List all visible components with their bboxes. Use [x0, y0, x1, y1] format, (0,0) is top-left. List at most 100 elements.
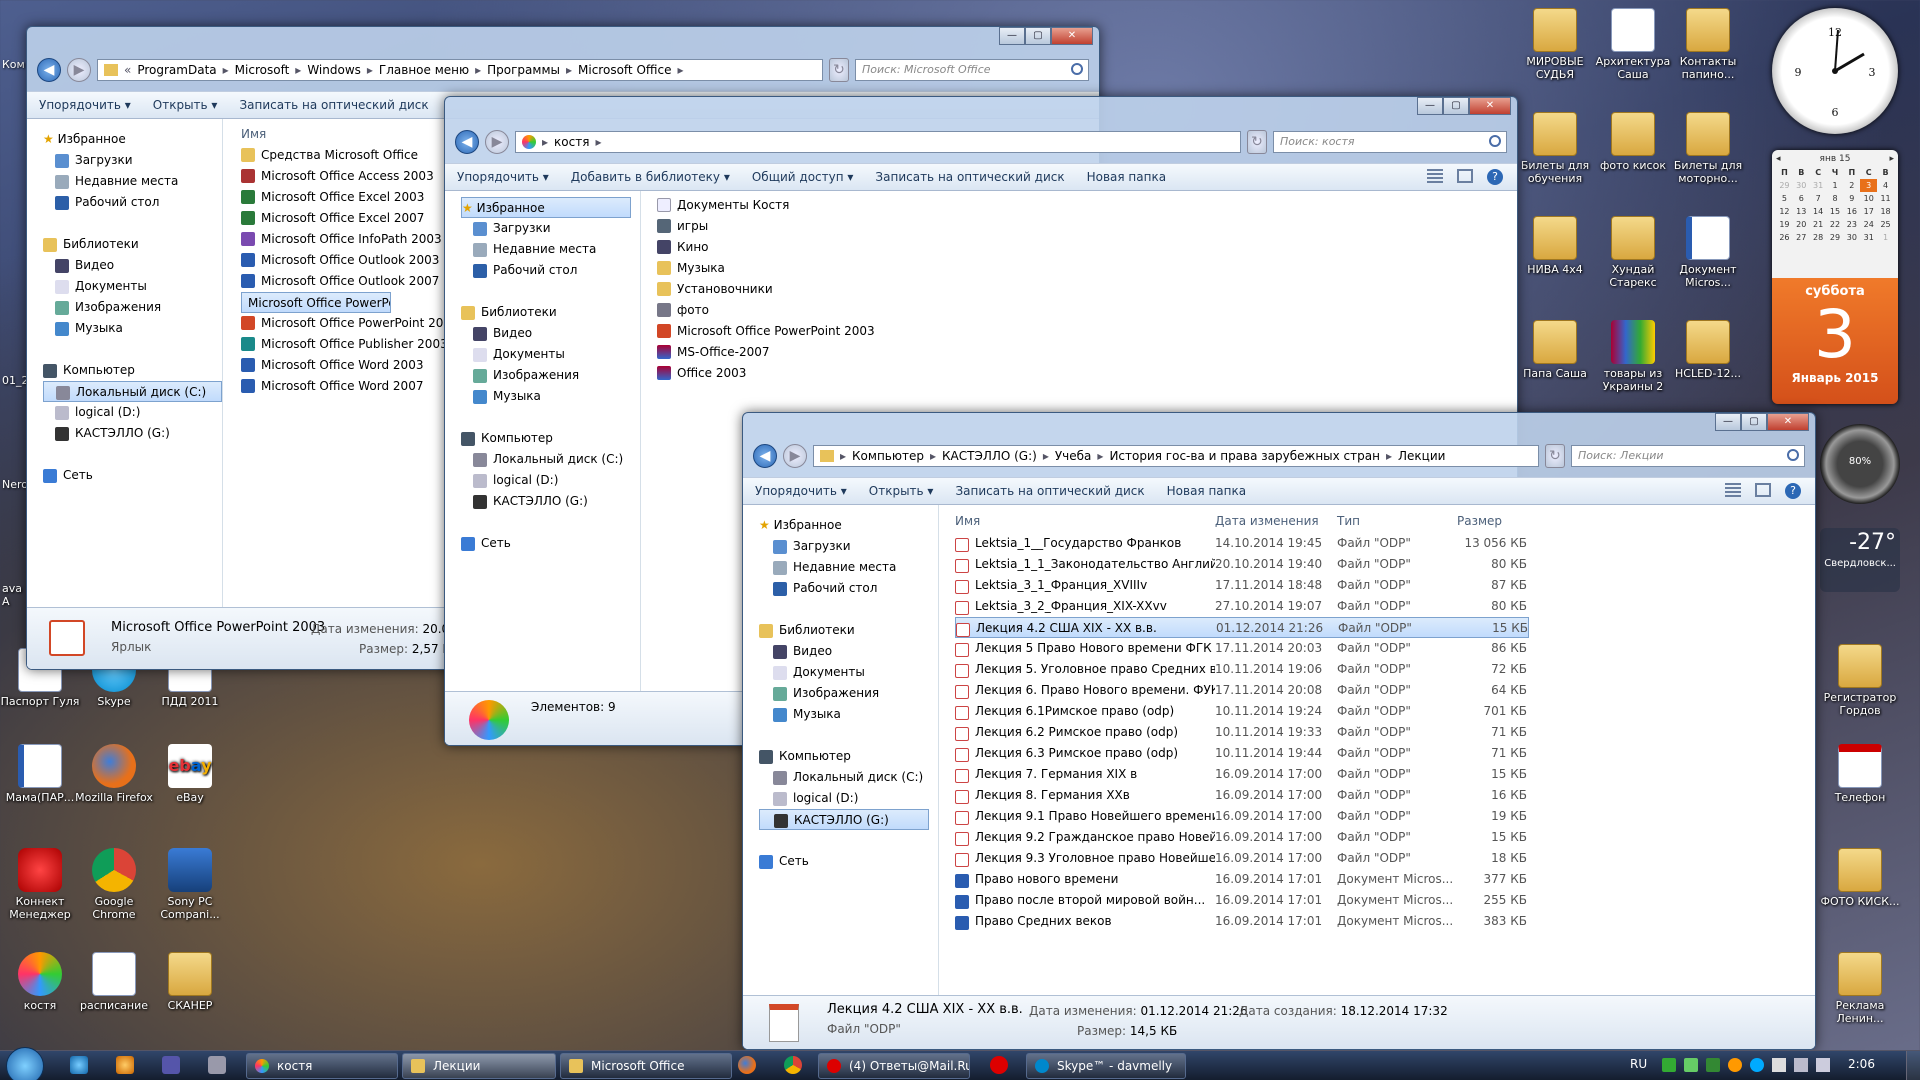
close-icon[interactable]: ✕ — [1767, 413, 1809, 431]
table-row[interactable]: Право Средних веков 16.09.2014 17:01 Докум… — [955, 911, 1815, 932]
table-row[interactable]: Lektsia_1_1_Законодательство Английс... 2… — [955, 554, 1815, 575]
help-icon[interactable]: ? — [1785, 483, 1801, 499]
table-row[interactable]: Lektsia_3_1_Франция_XVIIIv 17.11.2014 18:… — [955, 575, 1815, 596]
refresh-button[interactable]: ↻ — [1247, 130, 1267, 154]
desktop-icon-document-ms[interactable]: Документ Micros... — [1668, 216, 1748, 289]
breadcrumb-item[interactable]: Компьютер — [852, 449, 924, 463]
table-row[interactable]: Лекция 8. Германия XXв 16.09.2014 17:00 Фа… — [955, 785, 1815, 806]
nav-pictures[interactable]: Изображения — [461, 365, 640, 386]
desktop-icon-scanner[interactable]: СКАНЕР — [150, 952, 230, 1012]
desktop-icon-connect-manager[interactable]: Коннект Менеджер — [0, 848, 80, 921]
list-item[interactable]: MS-Office-2007 — [657, 342, 1517, 363]
calendar-day[interactable]: 10 — [1860, 192, 1877, 205]
breadcrumb-item[interactable]: Учеба — [1055, 449, 1092, 463]
help-icon[interactable]: ? — [1487, 169, 1503, 185]
media-player-icon[interactable] — [116, 1056, 134, 1074]
calendar-day[interactable]: 29 — [1776, 179, 1793, 192]
nav-downloads[interactable]: Загрузки — [43, 150, 222, 171]
list-item[interactable]: Документы Костя — [657, 195, 1517, 216]
calendar-day[interactable]: 12 — [1776, 205, 1793, 218]
nav-downloads[interactable]: Загрузки — [461, 218, 640, 239]
nav-music[interactable]: Музыка — [759, 704, 938, 725]
calendar-day[interactable]: 1 — [1877, 231, 1894, 244]
search-input[interactable]: Поиск: костя — [1273, 131, 1507, 153]
calendar-day[interactable]: 11 — [1877, 192, 1894, 205]
desktop-icon-registrator[interactable]: Регистратор Гордов — [1820, 644, 1900, 717]
table-row[interactable]: Лекция 9.2 Гражданское право Новей... 16.… — [955, 827, 1815, 848]
list-item[interactable]: Кино — [657, 237, 1517, 258]
preview-pane-icon[interactable] — [1457, 169, 1473, 183]
minimize-icon[interactable]: — — [999, 27, 1025, 45]
desktop-icon-mama[interactable]: Мама(ПАР... — [0, 744, 80, 804]
breadcrumb-item[interactable]: Лекции — [1398, 449, 1445, 463]
desktop-icon-firefox[interactable]: Mozilla Firefox — [74, 744, 154, 804]
calendar-day[interactable]: 5 — [1776, 192, 1793, 205]
calendar-day[interactable]: 15 — [1827, 205, 1844, 218]
calendar-day[interactable]: 18 — [1877, 205, 1894, 218]
nav-desktop[interactable]: Рабочий стол — [43, 192, 222, 213]
refresh-button[interactable]: ↻ — [1545, 444, 1565, 468]
pc-icon[interactable] — [208, 1056, 226, 1074]
list-item[interactable]: Музыка — [657, 258, 1517, 279]
desktop-icon-papa-sasha[interactable]: Папа Саша — [1515, 320, 1595, 380]
breadcrumb-item[interactable]: История гос-ва и права зарубежных стран — [1109, 449, 1380, 463]
calendar-day[interactable]: 6 — [1793, 192, 1810, 205]
table-row[interactable]: Лекция 7. Германия XIX в 16.09.2014 17:00… — [955, 764, 1815, 785]
title-bar[interactable]: — ▢ ✕ — [743, 413, 1815, 443]
nav-desktop[interactable]: Рабочий стол — [759, 578, 938, 599]
taskbar-button-skype[interactable]: Skype™ - davmelly — [1026, 1053, 1186, 1079]
organize-button[interactable]: Упорядочить ▾ — [755, 484, 847, 498]
desktop-icon-kontakty[interactable]: Контакты папино... — [1668, 8, 1748, 81]
nav-drive-d[interactable]: logical (D:) — [461, 470, 640, 491]
nav-drive-c[interactable]: Локальный диск (C:) — [759, 767, 938, 788]
nav-music[interactable]: Музыка — [43, 318, 222, 339]
nav-computer[interactable]: Компьютер — [43, 360, 222, 381]
calendar-day[interactable]: 14 — [1810, 205, 1827, 218]
desktop-icon-tovary[interactable]: товары из Украины 2 — [1593, 320, 1673, 393]
calendar-day[interactable]: 25 — [1877, 218, 1894, 231]
desktop-icon-sony-pc[interactable]: Sony PC Compani... — [150, 848, 230, 921]
table-row[interactable]: Лекция 9.1 Право Новейшего времени 16.09.… — [955, 806, 1815, 827]
calendar-day[interactable]: 29 — [1827, 231, 1844, 244]
close-icon[interactable]: ✕ — [1469, 97, 1511, 115]
breadcrumb-item[interactable]: ProgramData — [137, 63, 216, 77]
tray-icon[interactable] — [1728, 1058, 1742, 1072]
breadcrumb-item[interactable]: Главное меню — [379, 63, 469, 77]
clock[interactable]: 2:06 — [1848, 1057, 1875, 1071]
calendar-next-icon[interactable]: ▸ — [1889, 154, 1894, 164]
table-row[interactable]: Лекция 6. Право Нового времени. ФУК 17.11… — [955, 680, 1815, 701]
table-row[interactable]: Лекция 6.1Римское право (odp) 10.11.2014 … — [955, 701, 1815, 722]
table-row[interactable]: Lektsia_1__Государство Франков 14.10.2014… — [955, 533, 1815, 554]
mail-icon[interactable] — [162, 1056, 180, 1074]
desktop-icon-hcled[interactable]: HCLED-12... — [1668, 320, 1748, 380]
calendar-day[interactable]: 8 — [1827, 192, 1844, 205]
nav-computer[interactable]: Компьютер — [461, 428, 640, 449]
refresh-button[interactable]: ↻ — [829, 58, 849, 82]
column-header-type[interactable]: Тип — [1337, 509, 1457, 533]
nav-documents[interactable]: Документы — [43, 276, 222, 297]
taskbar-button-lectures[interactable]: Лекции — [402, 1053, 556, 1079]
calendar-day[interactable]: 26 — [1776, 231, 1793, 244]
nav-libraries[interactable]: Библиотеки — [759, 620, 938, 641]
add-to-library-button[interactable]: Добавить в библиотеку ▾ — [571, 170, 730, 184]
table-row[interactable]: Lektsia_3_2_Франция_XIX-XXvv 27.10.2014 1… — [955, 596, 1815, 617]
nav-music[interactable]: Музыка — [461, 386, 640, 407]
nav-recent[interactable]: Недавние места — [461, 239, 640, 260]
nav-libraries[interactable]: Библиотеки — [461, 302, 640, 323]
explorer-window-lectures[interactable]: — ▢ ✕ ◀ ▶ ▸ Компьютер ▸ КАСТЭЛЛО (G:) ▸ Уч… — [742, 412, 1816, 1050]
tray-icon[interactable] — [1684, 1058, 1698, 1072]
calendar-day[interactable]: 22 — [1827, 218, 1844, 231]
nav-favorites[interactable]: ★ Избранное — [759, 515, 938, 536]
maximize-icon[interactable]: ▢ — [1025, 27, 1051, 45]
clock-gadget[interactable]: 12 3 6 9 — [1772, 8, 1898, 134]
breadcrumb[interactable]: « ProgramData ▸ Microsoft ▸ Windows ▸ Главн… — [97, 59, 823, 81]
forward-button[interactable]: ▶ — [485, 130, 509, 154]
breadcrumb-item[interactable]: Microsoft — [235, 63, 290, 77]
network-tray-icon[interactable] — [1794, 1058, 1808, 1072]
column-header-name[interactable]: Имя — [955, 509, 1215, 533]
opera-icon[interactable] — [990, 1056, 1008, 1074]
organize-button[interactable]: Упорядочить ▾ — [39, 98, 131, 112]
table-row[interactable]: Лекция 6.2 Римское право (odp) 10.11.2014… — [955, 722, 1815, 743]
desktop-icon-mirovye[interactable]: МИРОВЫЕ СУДЬЯ — [1515, 8, 1595, 81]
breadcrumb-item[interactable]: костя — [554, 135, 589, 149]
